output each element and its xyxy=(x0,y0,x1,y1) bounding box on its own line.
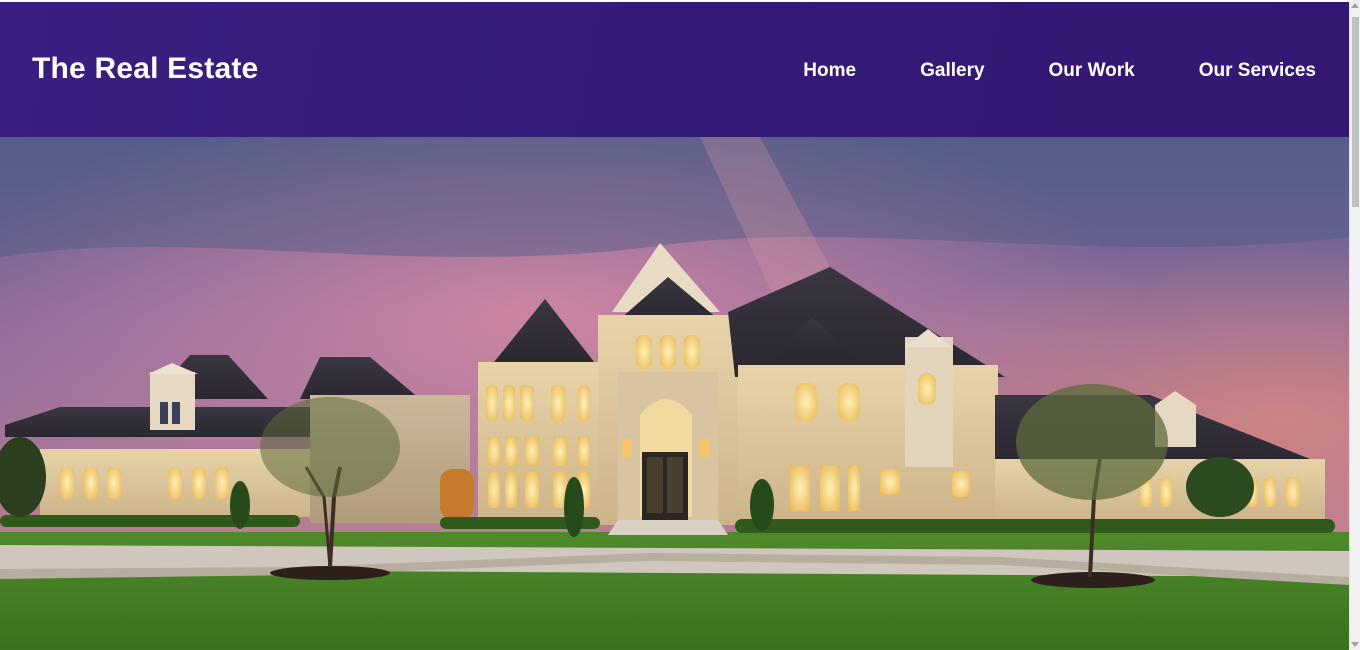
page: The Real Estate Home Gallery Our Work Ou… xyxy=(0,0,1349,650)
nav-link-our-services[interactable]: Our Services xyxy=(1199,60,1316,82)
scroll-up-arrow-icon[interactable] xyxy=(1351,3,1359,8)
page-scrollbar[interactable] xyxy=(1349,0,1360,650)
hero-image xyxy=(0,137,1349,650)
site-brand[interactable]: The Real Estate xyxy=(32,52,258,86)
navbar: The Real Estate Home Gallery Our Work Ou… xyxy=(0,2,1349,137)
mansion-illustration xyxy=(0,137,1349,650)
nav-link-gallery[interactable]: Gallery xyxy=(920,60,984,82)
nav-link-our-work[interactable]: Our Work xyxy=(1049,60,1135,82)
nav-link-home[interactable]: Home xyxy=(803,60,856,82)
nav-menu: Home Gallery Our Work Our Services xyxy=(803,60,1316,82)
scroll-thumb[interactable] xyxy=(1352,17,1359,207)
scroll-down-arrow-icon[interactable] xyxy=(1351,642,1359,647)
